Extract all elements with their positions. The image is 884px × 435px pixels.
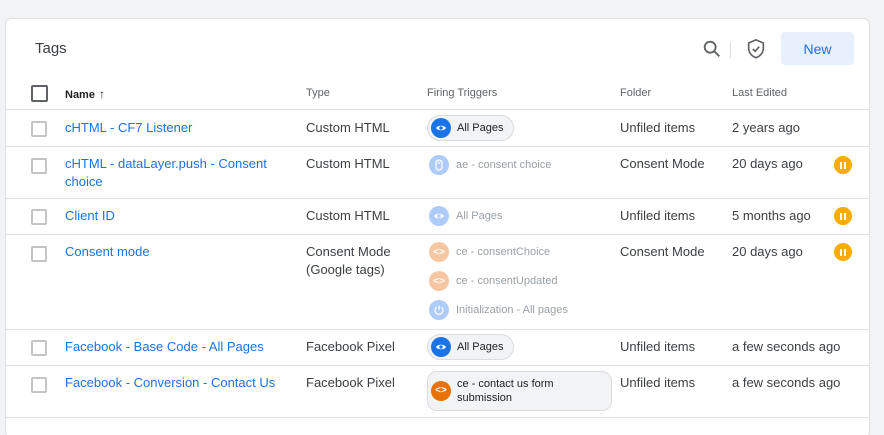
- last-edited: a few seconds ago: [732, 375, 841, 390]
- trigger-label: ae - consent choice: [456, 159, 552, 171]
- paused-icon[interactable]: [834, 156, 852, 174]
- trigger-label: All Pages: [457, 122, 504, 134]
- column-header-triggers[interactable]: Firing Triggers: [427, 87, 497, 99]
- code-icon: <>: [429, 242, 449, 262]
- shield-check-icon[interactable]: [745, 38, 767, 60]
- tags-panel: Tags New Name ↑ Type Firing Triggers Fold…: [5, 18, 870, 435]
- eye-icon: [431, 118, 451, 138]
- column-header-name[interactable]: Name ↑: [65, 87, 105, 101]
- trigger-label: ce - consentChoice: [456, 246, 551, 258]
- table-row[interactable]: cHTML - dataLayer.push - Consent choice …: [6, 147, 869, 199]
- column-header-last-edited[interactable]: Last Edited: [732, 87, 787, 99]
- trigger-item[interactable]: <> ce - consentUpdated: [429, 271, 558, 291]
- trigger-label: All Pages: [457, 341, 504, 353]
- last-edited: 20 days ago: [732, 156, 803, 171]
- tag-type: Facebook Pixel: [306, 339, 395, 354]
- tag-name-link[interactable]: cHTML - CF7 Listener: [65, 119, 290, 137]
- tag-type: Custom HTML: [306, 156, 390, 171]
- column-header-type[interactable]: Type: [306, 87, 330, 99]
- search-icon[interactable]: [701, 38, 723, 60]
- tag-type: Custom HTML: [306, 120, 390, 135]
- row-checkbox[interactable]: [31, 377, 47, 393]
- eye-icon: [431, 337, 451, 357]
- power-icon: [429, 300, 449, 320]
- trigger-chip[interactable]: All Pages: [427, 334, 515, 360]
- trigger-item[interactable]: ae - consent choice: [429, 155, 551, 175]
- trigger-item[interactable]: Initialization - All pages: [429, 300, 568, 320]
- trigger-label: ce - consentUpdated: [456, 275, 558, 287]
- trigger-label: All Pages: [456, 210, 503, 222]
- trigger-label: Initialization - All pages: [456, 304, 568, 316]
- column-header-name-label: Name: [65, 89, 95, 101]
- table-row[interactable]: Client ID Custom HTML All Pages Unfiled …: [6, 199, 869, 235]
- new-tag-button[interactable]: New: [781, 32, 854, 65]
- last-edited: 2 years ago: [732, 120, 800, 135]
- folder-name: Unfiled items: [620, 375, 696, 390]
- row-checkbox[interactable]: [31, 158, 47, 174]
- code-icon: <>: [429, 271, 449, 291]
- last-edited: 20 days ago: [732, 244, 803, 259]
- paused-icon[interactable]: [834, 207, 852, 225]
- tag-type: Facebook Pixel: [306, 375, 395, 390]
- row-checkbox[interactable]: [31, 121, 47, 137]
- trigger-item[interactable]: All Pages: [429, 206, 502, 226]
- trigger-label: ce - contact us form submission: [457, 378, 554, 404]
- folder-name: Unfiled items: [620, 208, 696, 223]
- tag-name-link[interactable]: Facebook - Base Code - All Pages: [65, 338, 290, 356]
- panel-header: Tags New: [6, 19, 869, 77]
- select-all-checkbox[interactable]: [31, 85, 48, 102]
- folder-name: Unfiled items: [620, 120, 696, 135]
- last-edited: a few seconds ago: [732, 339, 841, 354]
- trigger-item[interactable]: <> ce - consentChoice: [429, 242, 550, 262]
- tag-name-link[interactable]: Client ID: [65, 207, 290, 225]
- folder-name: Consent Mode: [620, 244, 705, 259]
- row-checkbox[interactable]: [31, 209, 47, 225]
- toolbar-divider: [730, 42, 731, 58]
- eye-icon: [429, 206, 449, 226]
- trigger-chip[interactable]: <> ce - contact us form submission: [427, 371, 612, 411]
- tag-name-link[interactable]: Facebook - Conversion - Contact Us: [65, 374, 290, 392]
- panel-title: Tags: [35, 40, 67, 57]
- code-icon: <>: [431, 381, 451, 401]
- table-row[interactable]: cHTML - CF7 Listener Custom HTML All Pag…: [6, 110, 869, 147]
- table-row[interactable]: Consent mode Consent Mode (Google tags) …: [6, 235, 869, 330]
- tag-name-link[interactable]: cHTML - dataLayer.push - Consent choice: [65, 155, 290, 191]
- table-row[interactable]: Facebook - Conversion - Contact Us Faceb…: [6, 366, 869, 418]
- folder-name: Unfiled items: [620, 339, 696, 354]
- folder-name: Consent Mode: [620, 156, 705, 171]
- mouse-icon: [429, 155, 449, 175]
- tag-name-link[interactable]: Consent mode: [65, 243, 290, 261]
- column-header-folder[interactable]: Folder: [620, 87, 651, 99]
- sort-ascending-icon[interactable]: ↑: [99, 87, 105, 101]
- last-edited: 5 months ago: [732, 208, 811, 223]
- trigger-chip[interactable]: All Pages: [427, 115, 515, 141]
- paused-icon[interactable]: [834, 243, 852, 261]
- row-checkbox[interactable]: [31, 340, 47, 356]
- row-checkbox[interactable]: [31, 246, 47, 262]
- tag-type: Custom HTML: [306, 208, 390, 223]
- table-row[interactable]: Facebook - Base Code - All Pages Faceboo…: [6, 330, 869, 366]
- tag-type: Consent Mode (Google tags): [306, 244, 391, 277]
- table-header: Name ↑ Type Firing Triggers Folder Last E…: [6, 77, 869, 110]
